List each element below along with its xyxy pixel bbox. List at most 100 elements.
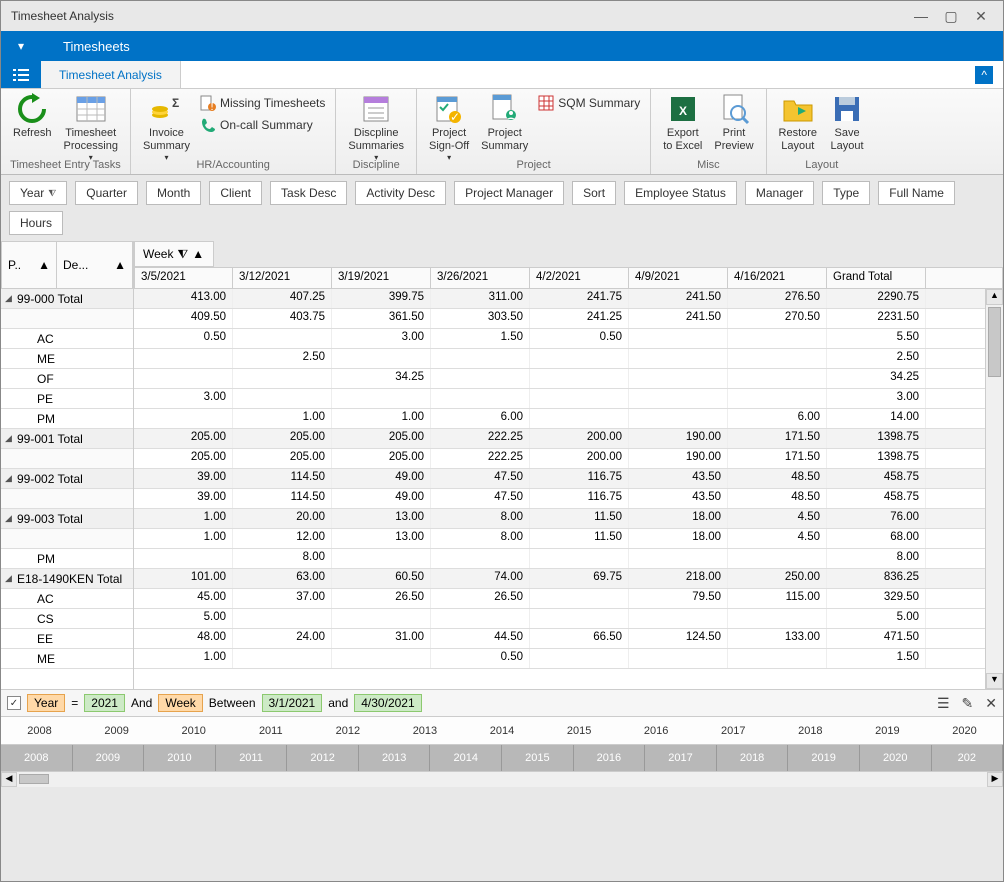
timeline-year-sel[interactable]: 2014 (430, 745, 502, 771)
cell[interactable]: 13.00 (332, 529, 431, 548)
cell[interactable]: 458.75 (827, 489, 926, 508)
row-header[interactable]: AC (1, 589, 133, 609)
minimize-button[interactable]: — (907, 8, 935, 25)
col-header[interactable]: Grand Total (827, 267, 926, 289)
row-header[interactable]: PM (1, 409, 133, 429)
cell[interactable]: 8.00 (431, 529, 530, 548)
cell[interactable]: 241.50 (629, 309, 728, 328)
filter-value-year[interactable]: 2021 (84, 694, 125, 712)
expand-icon[interactable]: ◢ (5, 513, 15, 524)
row-header[interactable]: ◢99-003 Total (1, 509, 133, 529)
cell[interactable]: 1.00 (134, 649, 233, 668)
timeline-year[interactable]: 2020 (926, 725, 1003, 737)
cell[interactable]: 200.00 (530, 449, 629, 468)
cell[interactable]: 34.25 (827, 369, 926, 388)
discipline-summaries-button[interactable]: Discpline Summaries▾ (342, 91, 410, 165)
cell[interactable] (530, 609, 629, 628)
ribbon-dropdown[interactable]: ▾ (1, 31, 41, 61)
filter-value-date2[interactable]: 4/30/2021 (354, 694, 421, 712)
cell[interactable]: 205.00 (134, 449, 233, 468)
cell[interactable]: 361.50 (332, 309, 431, 328)
cell[interactable] (233, 369, 332, 388)
scroll-down-button[interactable]: ▼ (986, 673, 1003, 689)
cell[interactable] (233, 389, 332, 408)
filter-value-date1[interactable]: 3/1/2021 (262, 694, 323, 712)
cell[interactable]: 409.50 (134, 309, 233, 328)
cell[interactable]: 68.00 (827, 529, 926, 548)
missing-timesheets-button[interactable]: ! Missing Timesheets (196, 93, 329, 113)
cell[interactable]: 2231.50 (827, 309, 926, 328)
cell[interactable] (728, 649, 827, 668)
cell[interactable]: 205.00 (332, 429, 431, 448)
cell[interactable] (629, 609, 728, 628)
cell[interactable]: 44.50 (431, 629, 530, 648)
oncall-summary-button[interactable]: On-call Summary (196, 115, 329, 135)
filter-hours[interactable]: Hours (9, 211, 63, 235)
cell[interactable]: 37.00 (233, 589, 332, 608)
filter-field-year[interactable]: Year (27, 694, 65, 712)
sqm-summary-button[interactable]: SQM Summary (534, 93, 644, 113)
scroll-thumb[interactable] (988, 307, 1001, 377)
timeline-year[interactable]: 2011 (232, 725, 309, 737)
timeline-year[interactable]: 2009 (78, 725, 155, 737)
cell[interactable]: 11.50 (530, 509, 629, 528)
cell[interactable]: 49.00 (332, 469, 431, 488)
cell[interactable]: 1398.75 (827, 429, 926, 448)
ribbon-list-button[interactable] (1, 61, 41, 88)
row-header[interactable]: ME (1, 349, 133, 369)
timeline-year[interactable]: 2010 (155, 725, 232, 737)
filter-activity-desc[interactable]: Activity Desc (355, 181, 446, 205)
cell[interactable]: 14.00 (827, 409, 926, 428)
cell[interactable]: 115.00 (728, 589, 827, 608)
cell[interactable] (530, 649, 629, 668)
row-header[interactable]: OF (1, 369, 133, 389)
col-header[interactable]: 3/19/2021 (332, 267, 431, 289)
cell[interactable]: 218.00 (629, 569, 728, 588)
cell[interactable]: 5.00 (134, 609, 233, 628)
cell[interactable]: 1.50 (827, 649, 926, 668)
scroll-left-button[interactable]: ◀ (1, 772, 17, 787)
cell[interactable]: 18.00 (629, 509, 728, 528)
filter-year[interactable]: Year⧨ (9, 181, 67, 205)
timeline-year[interactable]: 2019 (849, 725, 926, 737)
cell[interactable]: 311.00 (431, 289, 530, 308)
cell[interactable]: 11.50 (530, 529, 629, 548)
cell[interactable] (629, 549, 728, 568)
cell[interactable]: 0.50 (530, 329, 629, 348)
cell[interactable] (134, 549, 233, 568)
cell[interactable] (431, 369, 530, 388)
filter-employee-status[interactable]: Employee Status (624, 181, 737, 205)
cell[interactable]: 222.25 (431, 429, 530, 448)
cell[interactable]: 205.00 (233, 429, 332, 448)
cell[interactable] (233, 609, 332, 628)
cell[interactable]: 190.00 (629, 449, 728, 468)
cell[interactable]: 39.00 (134, 489, 233, 508)
cell[interactable]: 69.75 (530, 569, 629, 588)
cell[interactable]: 1398.75 (827, 449, 926, 468)
col-header[interactable]: 3/5/2021 (134, 267, 233, 289)
cell[interactable]: 6.00 (431, 409, 530, 428)
timeline-year-sel[interactable]: 2017 (645, 745, 717, 771)
filter-edit-icon[interactable]: ✎ (962, 695, 974, 712)
timeline-year[interactable]: 2012 (309, 725, 386, 737)
horizontal-scrollbar[interactable]: ◀ ▶ (1, 771, 1003, 787)
cell[interactable]: 1.00 (134, 529, 233, 548)
cell[interactable]: 12.00 (233, 529, 332, 548)
cell[interactable]: 171.50 (728, 429, 827, 448)
cell[interactable] (332, 349, 431, 368)
maximize-button[interactable]: ▢ (937, 8, 965, 25)
cell[interactable]: 250.00 (728, 569, 827, 588)
cell[interactable] (629, 329, 728, 348)
cell[interactable]: 1.00 (233, 409, 332, 428)
ribbon-tab-timesheets[interactable]: Timesheets (41, 31, 152, 61)
cell[interactable]: 8.00 (827, 549, 926, 568)
cell[interactable]: 66.50 (530, 629, 629, 648)
print-preview-button[interactable]: Print Preview (708, 91, 759, 155)
cell[interactable]: 471.50 (827, 629, 926, 648)
timeline-year-sel[interactable]: 2010 (144, 745, 216, 771)
ribbon-collapse-button[interactable]: ^ (975, 66, 993, 84)
cell[interactable]: 26.50 (431, 589, 530, 608)
timeline-year-sel[interactable]: 2016 (574, 745, 646, 771)
cell[interactable]: 3.00 (134, 389, 233, 408)
row-header[interactable] (1, 309, 133, 329)
